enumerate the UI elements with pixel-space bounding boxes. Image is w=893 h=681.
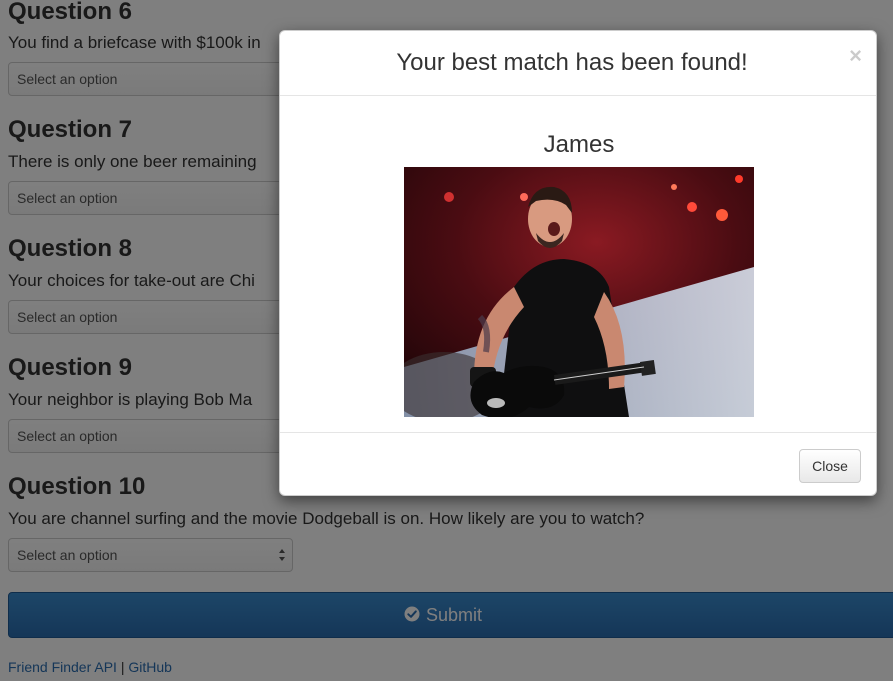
modal-header: Your best match has been found! × <box>280 31 876 96</box>
match-photo <box>404 167 754 417</box>
match-name: James <box>543 131 615 158</box>
close-icon[interactable]: × <box>849 45 862 67</box>
close-button[interactable]: Close <box>799 449 861 483</box>
match-photo-illustration <box>404 167 754 417</box>
modal-title: Your best match has been found! <box>396 49 748 76</box>
match-modal: Your best match has been found! × James <box>279 30 877 496</box>
modal-footer: Close <box>280 432 876 496</box>
